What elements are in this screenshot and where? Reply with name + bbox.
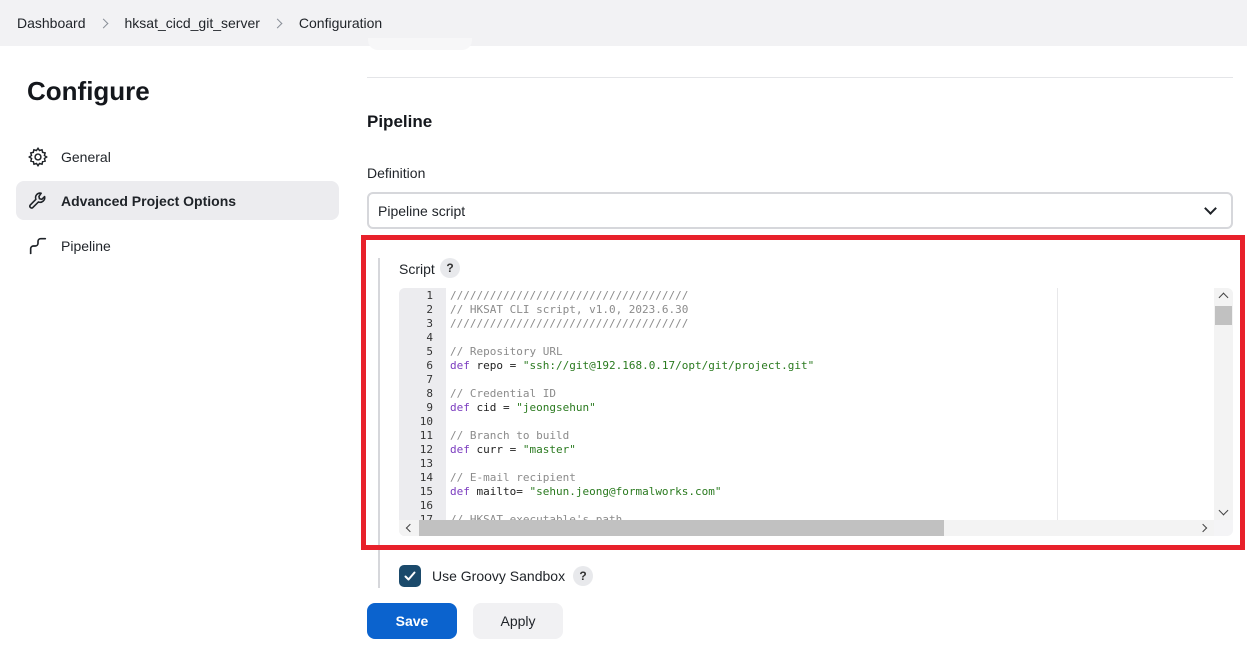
- script-label: Script: [399, 261, 435, 277]
- sidebar-item-pipeline[interactable]: Pipeline: [16, 226, 339, 265]
- line-number: 4: [426, 331, 433, 344]
- code-line: ////////////////////////////////////: [450, 317, 688, 331]
- line-number: 1: [426, 289, 433, 302]
- breadcrumb-project[interactable]: hksat_cicd_git_server: [125, 15, 260, 31]
- code-keyword: def: [450, 485, 470, 498]
- line-number: 9: [426, 401, 433, 414]
- code-string: "master": [522, 443, 576, 456]
- line-number: 14: [419, 471, 433, 484]
- code-line: // Branch to build: [450, 429, 569, 443]
- apply-button[interactable]: Apply: [473, 603, 563, 639]
- code-text: curr =: [469, 443, 523, 456]
- code-string: "jeongsehun": [516, 401, 596, 414]
- horizontal-scrollbar[interactable]: [399, 520, 1214, 536]
- vertical-scroll-thumb[interactable]: [1215, 306, 1232, 325]
- code-keyword: def: [450, 443, 470, 456]
- groovy-sandbox-row: Use Groovy Sandbox ?: [399, 565, 594, 587]
- nested-section-line: [378, 258, 380, 588]
- vertical-scrollbar[interactable]: [1214, 288, 1233, 520]
- section-divider: [367, 77, 1233, 78]
- line-number: 5: [426, 345, 433, 358]
- code-comment: // HKSAT executable's path: [450, 513, 623, 520]
- code-keyword: def: [450, 401, 470, 414]
- sidebar-item-advanced-project-options[interactable]: Advanced Project Options: [16, 181, 339, 220]
- sandbox-help-icon[interactable]: ?: [573, 566, 594, 586]
- code-string: "sehun.jeong@formalworks.com": [529, 485, 722, 498]
- sidebar-item-label: General: [61, 148, 111, 165]
- code-comment: // Branch to build: [450, 429, 570, 442]
- line-number: 10: [419, 415, 433, 428]
- code-line: // E-mail recipient: [450, 471, 576, 485]
- save-button[interactable]: Save: [367, 603, 457, 639]
- chevron-right-icon: [272, 18, 283, 28]
- line-number: 15: [419, 485, 433, 498]
- gear-icon: [28, 146, 48, 167]
- code-line: ////////////////////////////////////: [450, 289, 688, 303]
- line-number: 7: [426, 373, 433, 386]
- definition-select[interactable]: Pipeline script: [367, 192, 1233, 229]
- scroll-down-icon[interactable]: [1218, 505, 1229, 516]
- code-line: // HKSAT CLI script, v1.0, 2023.6.30: [450, 303, 688, 317]
- print-margin: [1057, 288, 1058, 520]
- breadcrumb: Dashboard hksat_cicd_git_server Configur…: [0, 0, 1247, 46]
- code-comment: // Repository URL: [450, 345, 563, 358]
- code-line: // Credential ID: [450, 387, 556, 401]
- code-comment: ////////////////////////////////////: [450, 317, 689, 330]
- code-comment: // Credential ID: [450, 387, 556, 400]
- scrolled-section-edge: [368, 38, 472, 50]
- line-number: 13: [419, 457, 433, 470]
- sidebar-item-general[interactable]: General: [16, 137, 339, 176]
- script-editor[interactable]: 123456789101112131415161718 ////////////…: [399, 288, 1233, 536]
- scroll-left-icon[interactable]: [405, 523, 415, 533]
- line-number: 2: [426, 303, 433, 316]
- definition-label: Definition: [367, 165, 426, 181]
- code-line: // HKSAT executable's path: [450, 513, 622, 520]
- sidebar-item-label: Pipeline: [61, 237, 111, 254]
- definition-select-value: Pipeline script: [378, 202, 466, 219]
- code-line: def repo = "ssh://git@192.168.0.17/opt/g…: [450, 359, 814, 373]
- sidebar-item-label: Advanced Project Options: [61, 192, 237, 209]
- line-number: 6: [426, 359, 433, 372]
- code-keyword: def: [450, 359, 470, 372]
- code-text: mailto=: [469, 485, 530, 498]
- breadcrumb-dashboard[interactable]: Dashboard: [17, 15, 86, 31]
- code-line: def curr = "master": [450, 443, 576, 457]
- checkmark-icon: [404, 571, 416, 581]
- groovy-sandbox-checkbox[interactable]: [399, 565, 421, 587]
- code-comment: // HKSAT CLI script, v1.0, 2023.6.30: [450, 303, 689, 316]
- chevron-down-icon: [1204, 202, 1217, 215]
- page-title: Configure: [27, 76, 150, 106]
- scroll-right-icon[interactable]: [1198, 523, 1208, 533]
- code-comment: // E-mail recipient: [450, 471, 576, 484]
- breadcrumb-configuration[interactable]: Configuration: [299, 15, 382, 31]
- line-number: 11: [419, 429, 433, 442]
- code-text: repo =: [469, 359, 523, 372]
- line-number: 8: [426, 387, 433, 400]
- code-area[interactable]: ////////////////////////////////////// H…: [446, 288, 1214, 520]
- line-number: 16: [419, 499, 433, 512]
- wrench-icon: [29, 191, 46, 209]
- pipeline-section-title: Pipeline: [367, 112, 433, 131]
- code-comment: ////////////////////////////////////: [450, 289, 689, 302]
- code-text: cid =: [469, 401, 517, 414]
- script-help-icon[interactable]: ?: [440, 258, 460, 278]
- line-number: 12: [419, 443, 433, 456]
- line-number: 3: [426, 317, 433, 330]
- chevron-right-icon: [98, 18, 108, 28]
- pipeline-icon: [29, 237, 47, 254]
- code-line: def cid = "jeongsehun": [450, 401, 596, 415]
- code-string: "ssh://git@192.168.0.17/opt/git/project.…: [522, 359, 815, 372]
- groovy-sandbox-label: Use Groovy Sandbox: [432, 568, 566, 584]
- code-line: // Repository URL: [450, 345, 563, 359]
- horizontal-scroll-thumb[interactable]: [419, 520, 944, 536]
- code-line: def mailto= "sehun.jeong@formalworks.com…: [450, 485, 722, 499]
- scroll-up-icon[interactable]: [1218, 292, 1229, 303]
